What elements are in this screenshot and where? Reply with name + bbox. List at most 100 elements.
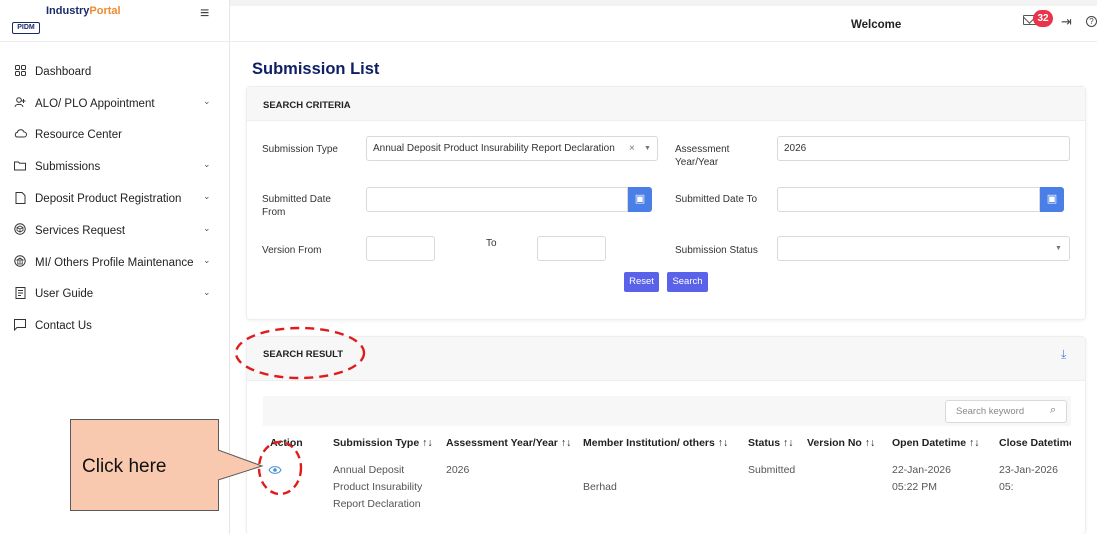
column-header-action: Action bbox=[270, 437, 303, 449]
submitted-date-from-label: Submitted Date From bbox=[262, 193, 352, 219]
column-header-label: Status bbox=[748, 437, 781, 449]
hamburger-menu-icon[interactable]: ≡ bbox=[200, 5, 209, 23]
calendar-icon[interactable]: ▣ bbox=[1040, 187, 1064, 212]
sort-icon[interactable]: ↑↓ bbox=[561, 437, 572, 449]
search-icon[interactable]: ⌕ bbox=[1050, 400, 1056, 421]
notification-badge[interactable]: 32 bbox=[1033, 10, 1053, 27]
cell-open-datetime: 22-Jan-2026 05:22 PM bbox=[892, 464, 951, 493]
sidebar-item-label: Services Request bbox=[35, 224, 126, 237]
submitted-date-from-input[interactable] bbox=[366, 187, 628, 212]
search-keyword-input[interactable]: Search keyword ⌕ bbox=[945, 400, 1067, 423]
sort-icon[interactable]: ↑↓ bbox=[422, 437, 433, 449]
help-icon[interactable]: ? bbox=[1086, 16, 1097, 27]
sidebar-item-label: User Guide bbox=[35, 288, 94, 301]
submission-status-select[interactable]: ▼ bbox=[777, 236, 1070, 261]
sort-icon[interactable]: ↑↓ bbox=[969, 437, 980, 449]
submitted-date-from-label-text: Submitted Date From bbox=[262, 194, 331, 218]
welcome-text: Welcome bbox=[851, 19, 902, 31]
sidebar-item-resource-center[interactable]: Resource Center bbox=[0, 120, 230, 152]
sidebar-item-user-guide[interactable]: User Guide ⌄ bbox=[0, 279, 230, 311]
sort-icon[interactable]: ↑↓ bbox=[783, 437, 794, 449]
column-header-label: Version No bbox=[807, 437, 862, 449]
sidebar-item-label: Submissions bbox=[35, 161, 101, 174]
search-criteria-title: SEARCH CRITERIA bbox=[263, 100, 351, 111]
chevron-down-icon[interactable]: ▼ bbox=[644, 137, 651, 160]
search-keyword-placeholder: Search keyword bbox=[956, 406, 1025, 417]
page-title: Submission List bbox=[252, 60, 380, 78]
header-strip bbox=[230, 0, 1097, 6]
search-button[interactable]: Search bbox=[667, 272, 708, 292]
logo-bar: PIDM IndustryPortal ≡ bbox=[0, 0, 230, 42]
chevron-down-icon: ⌄ bbox=[203, 222, 211, 233]
sidebar-item-contact-us[interactable]: Contact Us bbox=[0, 310, 230, 342]
column-header-label: Open Datetime bbox=[892, 437, 967, 449]
sidebar-item-services-request[interactable]: Services Request ⌄ bbox=[0, 215, 230, 247]
view-eye-icon[interactable] bbox=[268, 465, 282, 475]
column-header-label: Close Datetime bbox=[999, 437, 1071, 449]
reset-button[interactable]: Reset bbox=[624, 272, 659, 292]
sidebar-item-submissions[interactable]: Submissions ⌄ bbox=[0, 151, 230, 183]
download-icon[interactable]: ⤓ bbox=[1061, 347, 1066, 362]
sidebar-item-label: Contact Us bbox=[35, 320, 92, 333]
chevron-down-icon: ⌄ bbox=[203, 95, 211, 106]
bank-icon bbox=[13, 255, 27, 270]
chevron-down-icon: ⌄ bbox=[203, 159, 211, 170]
submitted-date-to-label: Submitted Date To bbox=[675, 194, 758, 205]
sidebar-item-alo-plo-appointment[interactable]: ALO/ PLO Appointment ⌄ bbox=[0, 88, 230, 120]
cell-close-datetime: 23-Jan-2026 05: bbox=[999, 464, 1058, 493]
submitted-date-to-input[interactable] bbox=[777, 187, 1040, 212]
column-header-submission-type[interactable]: Submission Type ↑↓ bbox=[333, 437, 433, 449]
chevron-down-icon: ⌄ bbox=[203, 191, 211, 202]
app-title-part2: Portal bbox=[89, 5, 121, 17]
chevron-down-icon: ⌄ bbox=[203, 286, 211, 297]
grid-icon bbox=[13, 64, 27, 79]
submission-type-label: Submission Type bbox=[262, 144, 338, 155]
sidebar-nav: Dashboard ALO/ PLO Appointment ⌄ Resourc… bbox=[0, 56, 230, 342]
logout-icon[interactable]: ⇥ bbox=[1061, 14, 1072, 30]
search-result-header: SEARCH RESULT ⤓ bbox=[247, 337, 1085, 381]
column-header-label: Submission Type bbox=[333, 437, 420, 449]
user-add-icon bbox=[13, 96, 27, 111]
sort-icon[interactable]: ↑↓ bbox=[865, 437, 876, 449]
sidebar-item-mi-others-profile-maintenance[interactable]: MI/ Others Profile Maintenance ⌄ bbox=[0, 247, 230, 279]
cell-member-institution: Berhad bbox=[583, 481, 617, 493]
top-header: Welcome 32 ⇥ ? bbox=[230, 0, 1097, 42]
sidebar-item-dashboard[interactable]: Dashboard bbox=[0, 56, 230, 88]
column-header-open-datetime[interactable]: Open Datetime ↑↓ bbox=[892, 437, 980, 449]
chevron-down-icon[interactable]: ▼ bbox=[1055, 237, 1062, 260]
column-header-close-datetime[interactable]: Close Datetime bbox=[999, 437, 1071, 449]
sidebar-item-deposit-product-registration[interactable]: Deposit Product Registration ⌄ bbox=[0, 183, 230, 215]
cell-submission-type: Annual Deposit Product Insurability Repo… bbox=[333, 464, 423, 510]
folder-icon bbox=[13, 160, 27, 174]
sidebar-item-label: ALO/ PLO Appointment bbox=[35, 97, 155, 110]
cloud-icon bbox=[13, 128, 27, 142]
cell-status: Submitted bbox=[748, 464, 796, 476]
submission-type-value: Annual Deposit Product Insurability Repo… bbox=[373, 143, 615, 154]
sort-icon[interactable]: ↑↓ bbox=[718, 437, 729, 449]
assessment-year-label-text: Assessment Year/Year bbox=[675, 144, 730, 168]
column-header-label: Member Institution/ others bbox=[583, 437, 715, 449]
book-icon bbox=[13, 286, 27, 302]
version-to-input[interactable] bbox=[537, 236, 606, 261]
column-header-status[interactable]: Status ↑↓ bbox=[748, 437, 794, 449]
calendar-icon[interactable]: ▣ bbox=[628, 187, 652, 212]
version-to-label: To bbox=[486, 238, 497, 249]
chevron-down-icon: ⌄ bbox=[203, 254, 211, 265]
clear-icon[interactable]: × bbox=[629, 137, 635, 160]
column-header-version-no[interactable]: Version No ↑↓ bbox=[807, 437, 875, 449]
sidebar-item-label: MI/ Others Profile Maintenance bbox=[35, 256, 194, 269]
assessment-year-label: Assessment Year/Year bbox=[675, 143, 755, 169]
version-from-input[interactable] bbox=[366, 236, 435, 261]
column-header-assessment-year[interactable]: Assessment Year/Year ↑↓ bbox=[446, 437, 571, 449]
document-icon bbox=[13, 191, 27, 207]
column-header-member-institution[interactable]: Member Institution/ others ↑↓ bbox=[583, 437, 728, 449]
submission-status-label: Submission Status bbox=[675, 245, 758, 256]
sidebar-item-label: Dashboard bbox=[35, 65, 92, 78]
box-icon bbox=[13, 223, 27, 238]
assessment-year-input[interactable]: 2026 bbox=[777, 136, 1070, 161]
app-title-part1: Industry bbox=[46, 5, 90, 17]
submission-type-select[interactable]: Annual Deposit Product Insurability Repo… bbox=[366, 136, 658, 161]
version-from-label: Version From bbox=[262, 245, 322, 256]
app-title: IndustryPortal bbox=[46, 5, 121, 17]
column-header-label: Assessment Year/Year bbox=[446, 437, 558, 449]
